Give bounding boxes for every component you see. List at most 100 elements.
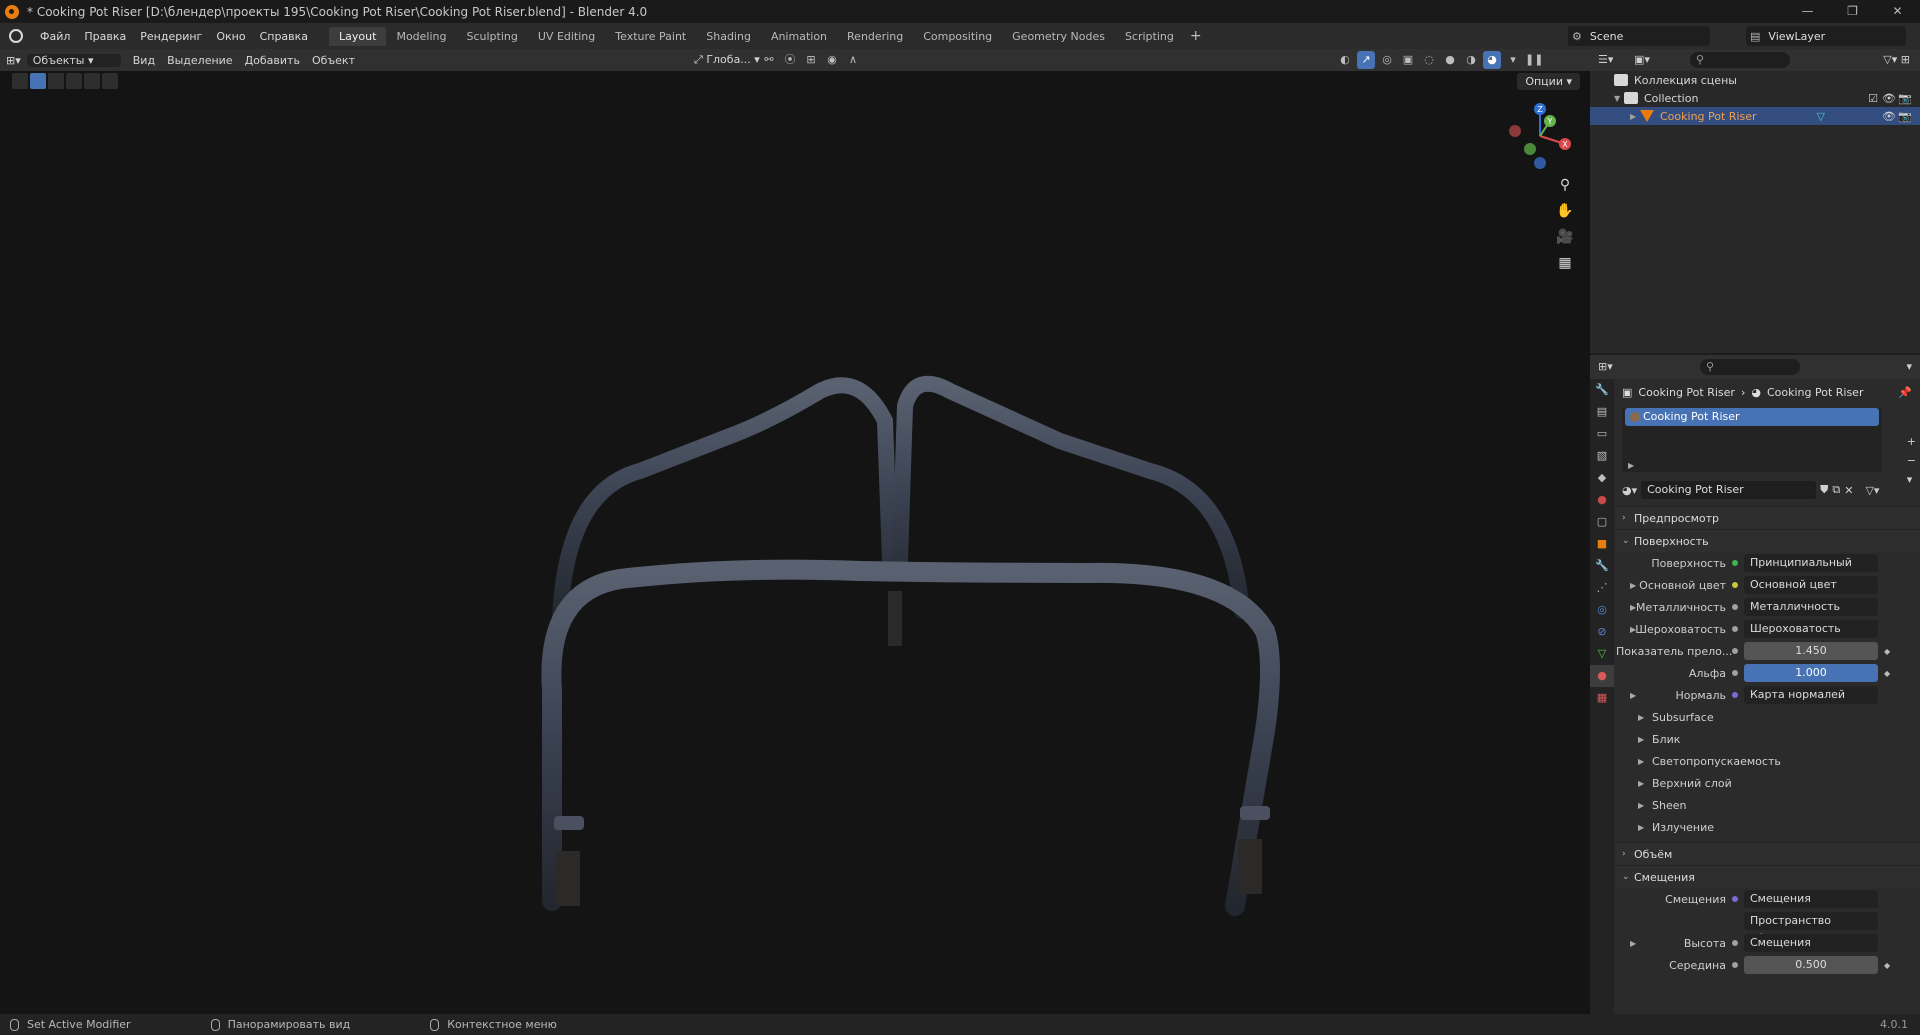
outliner-scene-collection[interactable]: Коллекция сцены: [1590, 71, 1920, 89]
mesh-data-icon[interactable]: ▽: [1817, 110, 1825, 123]
expand-arrow-icon[interactable]: ▶: [1628, 461, 1634, 470]
tool-tab-icon[interactable]: 🔧: [1590, 379, 1614, 401]
display-mode-icon[interactable]: ▣▾: [1634, 53, 1650, 66]
properties-options-icon[interactable]: ▾: [1906, 360, 1912, 373]
viewlayer-selector[interactable]: ▤ ViewLayer: [1746, 26, 1906, 46]
scene-selector[interactable]: ⚙ Scene: [1568, 26, 1710, 46]
tab-compositing[interactable]: Compositing: [913, 27, 1002, 46]
visibility-icon[interactable]: ◐: [1336, 51, 1354, 69]
expand-arrow-icon[interactable]: ▶: [1630, 581, 1636, 590]
shading-options-icon[interactable]: ▾: [1504, 51, 1522, 69]
menu-render[interactable]: Рендеринг: [133, 30, 209, 43]
3d-viewport[interactable]: Опции ▾ Z X Y ⚲ ✋ 🎥 ▦: [0, 71, 1590, 1014]
displacement-property-value[interactable]: Смещения: [1744, 890, 1878, 908]
camera-view-icon[interactable]: 🎥: [1555, 227, 1575, 247]
socket-dot-icon[interactable]: [1732, 604, 1738, 610]
section-displacement[interactable]: ⌄ Смещения: [1616, 865, 1920, 888]
remove-slot-button[interactable]: −: [1907, 454, 1916, 467]
socket-dot-icon[interactable]: [1732, 670, 1738, 676]
socket-dot-icon[interactable]: [1732, 582, 1738, 588]
section-surface[interactable]: ⌄ Поверхность: [1616, 529, 1920, 552]
surface-property-value[interactable]: Карта нормалей: [1744, 686, 1878, 704]
camera-icon[interactable]: 📷: [1898, 110, 1912, 123]
proportional-edit-icon[interactable]: ◉: [823, 51, 841, 69]
material-tab-icon[interactable]: ●: [1590, 665, 1614, 687]
material-shading-icon[interactable]: ◑: [1462, 51, 1480, 69]
select-invert-icon[interactable]: [84, 73, 100, 89]
wireframe-shading-icon[interactable]: ◌: [1420, 51, 1438, 69]
solid-shading-icon[interactable]: ●: [1441, 51, 1459, 69]
menu-object[interactable]: Объект: [306, 54, 361, 67]
material-slot[interactable]: Cooking Pot Riser: [1625, 408, 1879, 426]
surface-property-value[interactable]: Принципиальный BSDF: [1744, 554, 1878, 587]
constraints-tab-icon[interactable]: ⊘: [1590, 621, 1614, 643]
select-tool-icon[interactable]: [12, 73, 28, 89]
physics-tab-icon[interactable]: ◎: [1590, 599, 1614, 621]
viewlayer-name[interactable]: ViewLayer: [1764, 30, 1825, 43]
tab-geometry-nodes[interactable]: Geometry Nodes: [1002, 27, 1115, 46]
surface-property-value[interactable]: 1.000: [1744, 664, 1878, 682]
keyframe-icon[interactable]: ◆: [1884, 961, 1890, 970]
material-name-field[interactable]: Cooking Pot Riser: [1641, 481, 1817, 499]
scene-tab-icon[interactable]: ◆: [1590, 467, 1614, 489]
tab-texture-paint[interactable]: Texture Paint: [605, 27, 696, 46]
bsdf-subsection[interactable]: ▶ Светопропускаемость: [1616, 750, 1920, 772]
snap-icon[interactable]: ⦿: [781, 51, 799, 69]
mode-dropdown[interactable]: Объекты ▾: [26, 53, 121, 67]
select-subtract-icon[interactable]: [66, 73, 82, 89]
select-intersect-icon[interactable]: [102, 73, 118, 89]
outliner-search-input[interactable]: ⚲: [1690, 52, 1790, 68]
material-browse-icon[interactable]: ◕▾: [1622, 484, 1637, 497]
socket-dot-icon[interactable]: [1732, 626, 1738, 632]
socket-dot-icon[interactable]: [1732, 560, 1738, 566]
tab-layout[interactable]: Layout: [329, 26, 387, 46]
socket-dot-icon[interactable]: [1732, 918, 1738, 924]
surface-property-value[interactable]: Металличность: [1744, 598, 1878, 616]
tab-animation[interactable]: Animation: [761, 27, 837, 46]
select-new-icon[interactable]: [30, 73, 46, 89]
modifier-tab-icon[interactable]: 🔧: [1590, 555, 1614, 577]
snap-target-icon[interactable]: ⊞: [802, 51, 820, 69]
pin-icon[interactable]: 📌: [1898, 386, 1912, 399]
minimize-button[interactable]: —: [1785, 0, 1830, 23]
duplicate-material-icon[interactable]: ⧉: [1832, 483, 1840, 497]
fake-user-icon[interactable]: ⛊: [1820, 483, 1828, 497]
menu-select[interactable]: Выделение: [161, 54, 239, 67]
socket-dot-icon[interactable]: [1732, 692, 1738, 698]
socket-dot-icon[interactable]: [1732, 896, 1738, 902]
maximize-button[interactable]: ❐: [1830, 0, 1875, 23]
expand-arrow-icon[interactable]: ▶: [1630, 691, 1636, 700]
blender-logo-icon[interactable]: [9, 29, 23, 43]
object-tab-icon[interactable]: ■: [1590, 533, 1614, 555]
collection-tab-icon[interactable]: ▢: [1590, 511, 1614, 533]
pivot-icon[interactable]: ⚯: [760, 51, 778, 69]
displacement-property-value[interactable]: Смещения: [1744, 934, 1878, 952]
keyframe-icon[interactable]: ◆: [1884, 647, 1890, 656]
zoom-icon[interactable]: ⚲: [1555, 175, 1575, 195]
close-button[interactable]: ✕: [1875, 0, 1920, 23]
menu-file[interactable]: Файл: [33, 30, 77, 43]
expand-arrow-icon[interactable]: ▶: [1630, 625, 1636, 634]
menu-view[interactable]: Вид: [127, 54, 161, 67]
navigation-gizmo[interactable]: Z X Y: [1505, 101, 1575, 171]
orientation-dropdown[interactable]: ⤢ Глоба... ▾: [688, 53, 766, 67]
socket-dot-icon[interactable]: [1732, 962, 1738, 968]
displacement-property-value[interactable]: 0.500: [1744, 956, 1878, 974]
world-tab-icon[interactable]: ●: [1590, 489, 1614, 511]
rendered-shading-icon[interactable]: ◕: [1483, 51, 1501, 69]
bsdf-subsection[interactable]: ▶ Subsurface: [1616, 706, 1920, 728]
render-tab-icon[interactable]: ▤: [1590, 401, 1614, 423]
slot-menu-icon[interactable]: ▾: [1907, 473, 1916, 486]
particles-tab-icon[interactable]: ⋰: [1590, 577, 1614, 599]
surface-property-value[interactable]: Шероховатость: [1744, 620, 1878, 638]
menu-window[interactable]: Окно: [209, 30, 252, 43]
bsdf-subsection[interactable]: ▶ Излучение: [1616, 816, 1920, 838]
editor-type-icon[interactable]: ⊞▾: [0, 54, 27, 67]
tab-shading[interactable]: Shading: [696, 27, 761, 46]
menu-help[interactable]: Справка: [253, 30, 315, 43]
properties-search-input[interactable]: ⚲: [1700, 359, 1800, 375]
camera-icon[interactable]: 📷: [1898, 92, 1912, 105]
view-layer-tab-icon[interactable]: ▧: [1590, 445, 1614, 467]
output-tab-icon[interactable]: ▭: [1590, 423, 1614, 445]
texture-tab-icon[interactable]: ▦: [1590, 687, 1614, 709]
